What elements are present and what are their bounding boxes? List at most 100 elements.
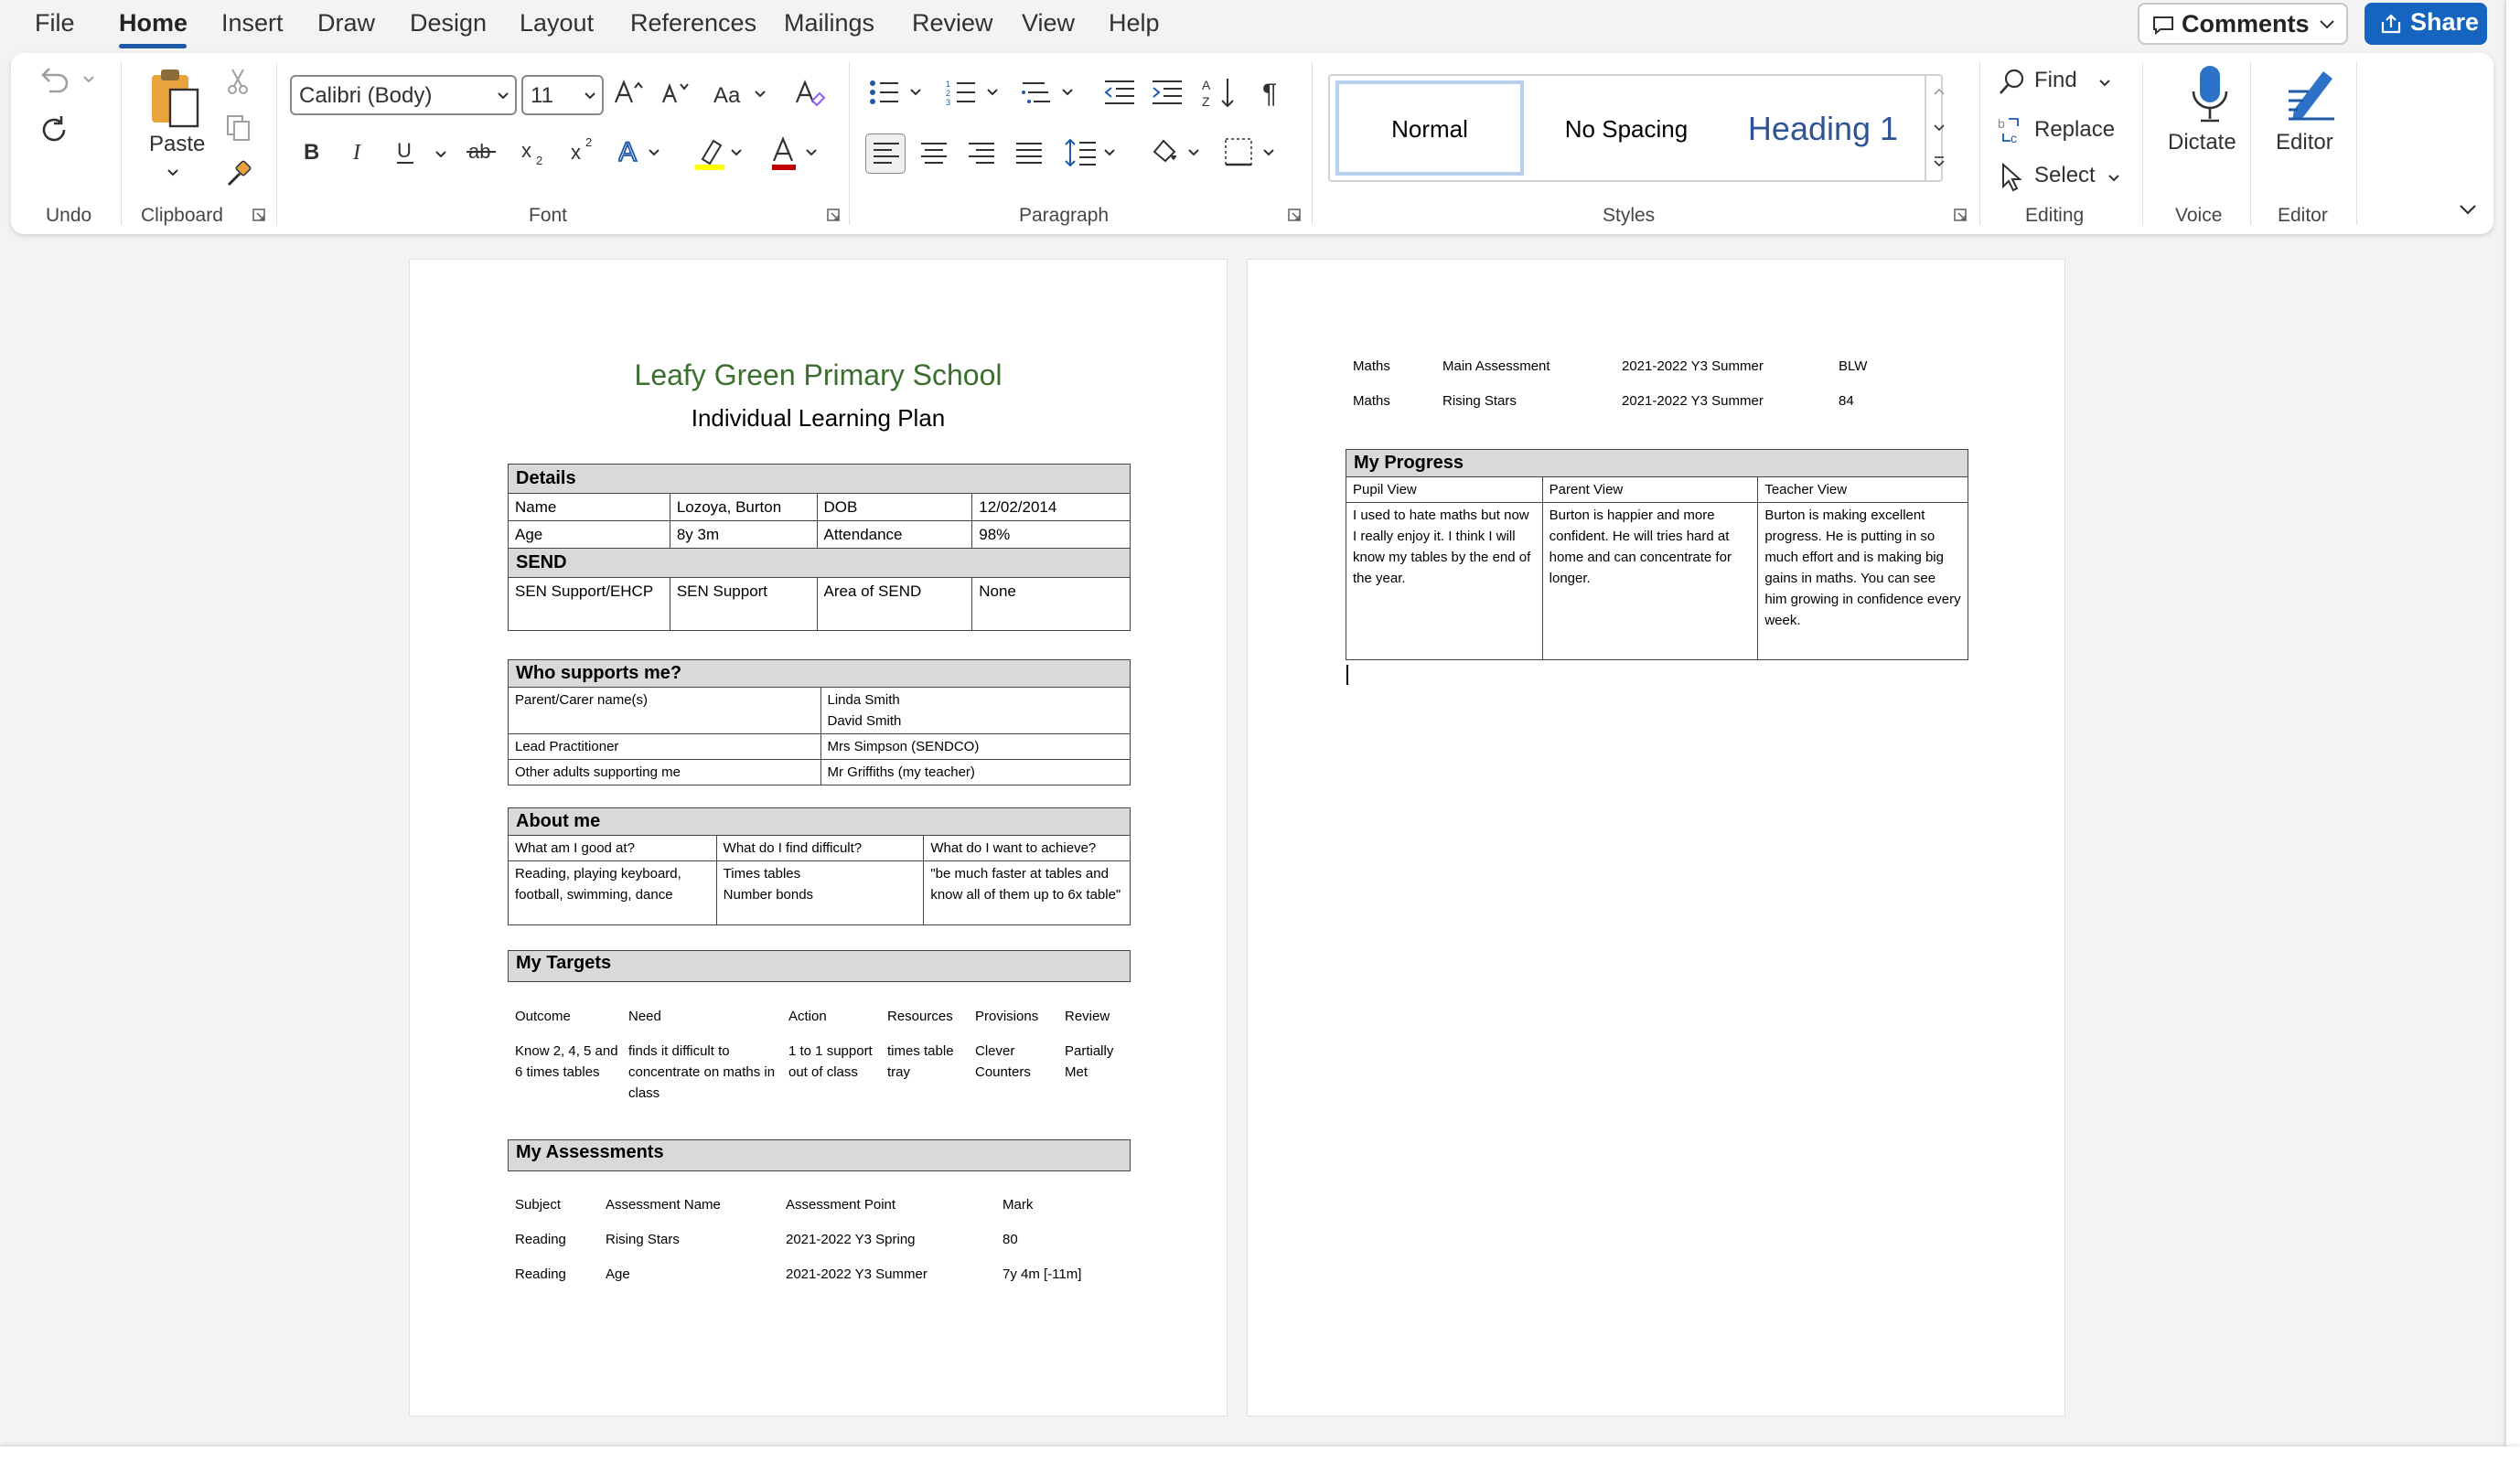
parent-label: Parent/Carer name(s)	[508, 687, 821, 734]
font-name-dropdown[interactable]: Calibri (Body)	[290, 75, 517, 115]
table-row: Reading Age 2021-2022 Y3 Summer 7y 4m [-…	[515, 1264, 1110, 1298]
bullets-icon[interactable]	[869, 79, 929, 106]
menu-review[interactable]: Review	[912, 9, 993, 37]
text-effects-icon[interactable]: A	[618, 137, 668, 166]
show-formatting-icon[interactable]: ¶	[1262, 77, 1286, 108]
paste-label[interactable]: Paste	[149, 132, 205, 157]
menu-file[interactable]: File	[35, 9, 75, 37]
menu-home[interactable]: Home	[119, 9, 188, 37]
pupil-view-value: I used to hate maths but now I really en…	[1346, 502, 1543, 660]
shading-icon[interactable]	[1149, 135, 1206, 172]
style-normal[interactable]: Normal	[1335, 80, 1524, 176]
svg-text:b: b	[1998, 116, 2005, 131]
shrink-font-icon[interactable]	[660, 80, 690, 106]
copy-icon[interactable]	[225, 113, 252, 143]
svg-text:¶: ¶	[1262, 79, 1277, 108]
svg-text:Z: Z	[1202, 94, 1210, 109]
good-at-value: Reading, playing keyboard, football, swi…	[508, 860, 717, 925]
multilevel-list-icon[interactable]	[1021, 79, 1081, 106]
menu-references[interactable]: References	[630, 9, 756, 37]
grow-font-icon[interactable]	[613, 79, 644, 106]
style-no-spacing[interactable]: No Spacing	[1529, 80, 1723, 176]
document-page-1[interactable]: Leafy Green Primary School Individual Le…	[409, 259, 1228, 1416]
chevron-down-icon[interactable]	[82, 75, 95, 84]
menu-view[interactable]: View	[1022, 9, 1075, 37]
pupil-view-col: Pupil View	[1346, 476, 1543, 503]
assessment-cell: 2021-2022 Y3 Summer	[1622, 358, 1764, 374]
editor-button[interactable]: Editor	[2272, 64, 2358, 165]
menu-mailings[interactable]: Mailings	[784, 9, 874, 37]
about-col-good: What am I good at?	[508, 835, 717, 861]
font-name-value: Calibri (Body)	[299, 83, 433, 108]
dialog-launcher-icon[interactable]	[1954, 208, 1967, 221]
replace-button[interactable]: bc Replace	[1998, 113, 2126, 148]
search-icon	[2000, 69, 2024, 94]
redo-icon[interactable]	[37, 112, 73, 148]
send-header: SEND	[508, 548, 1131, 578]
group-separator	[2142, 62, 2143, 225]
target-cell: 1 to 1 support out of class	[788, 1043, 873, 1080]
menu-design[interactable]: Design	[410, 9, 487, 37]
chevron-down-icon[interactable]	[1934, 124, 1945, 132]
highlight-icon[interactable]	[693, 135, 748, 172]
justify-icon[interactable]	[1015, 141, 1043, 166]
svg-text:3: 3	[946, 98, 950, 106]
line-spacing-icon[interactable]	[1065, 137, 1120, 168]
clear-formatting-icon[interactable]	[794, 77, 827, 108]
group-label-paragraph: Paragraph	[1019, 205, 1110, 226]
menu-layout[interactable]: Layout	[520, 9, 594, 37]
comments-button[interactable]: Comments	[2138, 3, 2348, 45]
style-heading-1[interactable]: Heading 1	[1727, 80, 1919, 176]
font-size-dropdown[interactable]: 11	[521, 75, 604, 115]
chevron-down-icon[interactable]	[166, 168, 179, 177]
font-size-value: 11	[531, 83, 553, 108]
subscript-icon[interactable]: x2	[521, 139, 551, 168]
dialog-launcher-icon[interactable]	[827, 208, 840, 221]
select-button[interactable]: Select	[1998, 161, 2126, 196]
strikethrough-icon[interactable]: ab	[466, 139, 498, 165]
dialog-launcher-icon[interactable]	[1288, 208, 1301, 221]
align-center-icon[interactable]	[920, 141, 948, 166]
superscript-icon[interactable]: x2	[571, 135, 600, 165]
dialog-launcher-icon[interactable]	[252, 208, 265, 221]
about-col-achieve: What do I want to achieve?	[923, 835, 1131, 861]
styles-more-icon[interactable]	[1934, 155, 1945, 168]
assessment-cell: Reading	[515, 1266, 566, 1282]
assessment-cell: BLW	[1839, 358, 1868, 374]
sort-icon[interactable]: AZ	[1202, 77, 1239, 110]
target-cell: Clever Counters	[975, 1043, 1031, 1080]
find-button[interactable]: Find	[1998, 66, 2117, 101]
increase-indent-icon[interactable]	[1151, 79, 1184, 106]
menu-draw[interactable]: Draw	[317, 9, 375, 37]
school-title: Leafy Green Primary School	[634, 358, 1003, 391]
underline-icon[interactable]: U	[395, 139, 417, 166]
assessment-cell: Rising Stars	[1442, 393, 1517, 409]
svg-text:2: 2	[585, 135, 592, 149]
collapse-ribbon-icon[interactable]	[2459, 203, 2477, 216]
paste-icon[interactable]	[146, 66, 203, 130]
font-color-icon[interactable]	[770, 135, 825, 172]
chevron-down-icon[interactable]	[434, 150, 447, 159]
bold-icon[interactable]: B	[302, 139, 322, 165]
menu-help[interactable]: Help	[1109, 9, 1160, 37]
cut-icon[interactable]	[225, 68, 251, 95]
chevron-up-icon[interactable]	[1934, 88, 1945, 95]
microphone-icon	[2192, 66, 2228, 123]
format-painter-icon[interactable]	[225, 159, 252, 188]
undo-icon[interactable]	[37, 64, 73, 97]
change-case-icon[interactable]: Aa	[713, 82, 768, 106]
align-right-icon[interactable]	[968, 141, 995, 166]
achieve-value: "be much faster at tables and know all o…	[923, 860, 1131, 925]
italic-icon[interactable]: I	[349, 139, 370, 165]
decrease-indent-icon[interactable]	[1103, 79, 1136, 106]
menu-insert[interactable]: Insert	[221, 9, 284, 37]
document-page-2[interactable]: Maths Main Assessment 2021-2022 Y3 Summe…	[1247, 259, 2065, 1416]
parent-view-col: Parent View	[1541, 476, 1759, 503]
chevron-down-icon	[498, 92, 509, 100]
share-button[interactable]: Share	[2365, 3, 2487, 45]
svg-text:U: U	[397, 139, 412, 162]
borders-icon[interactable]	[1224, 137, 1282, 168]
numbering-icon[interactable]: 123	[946, 79, 1006, 106]
group-separator	[2356, 62, 2357, 225]
dictate-button[interactable]: Dictate	[2166, 64, 2252, 165]
